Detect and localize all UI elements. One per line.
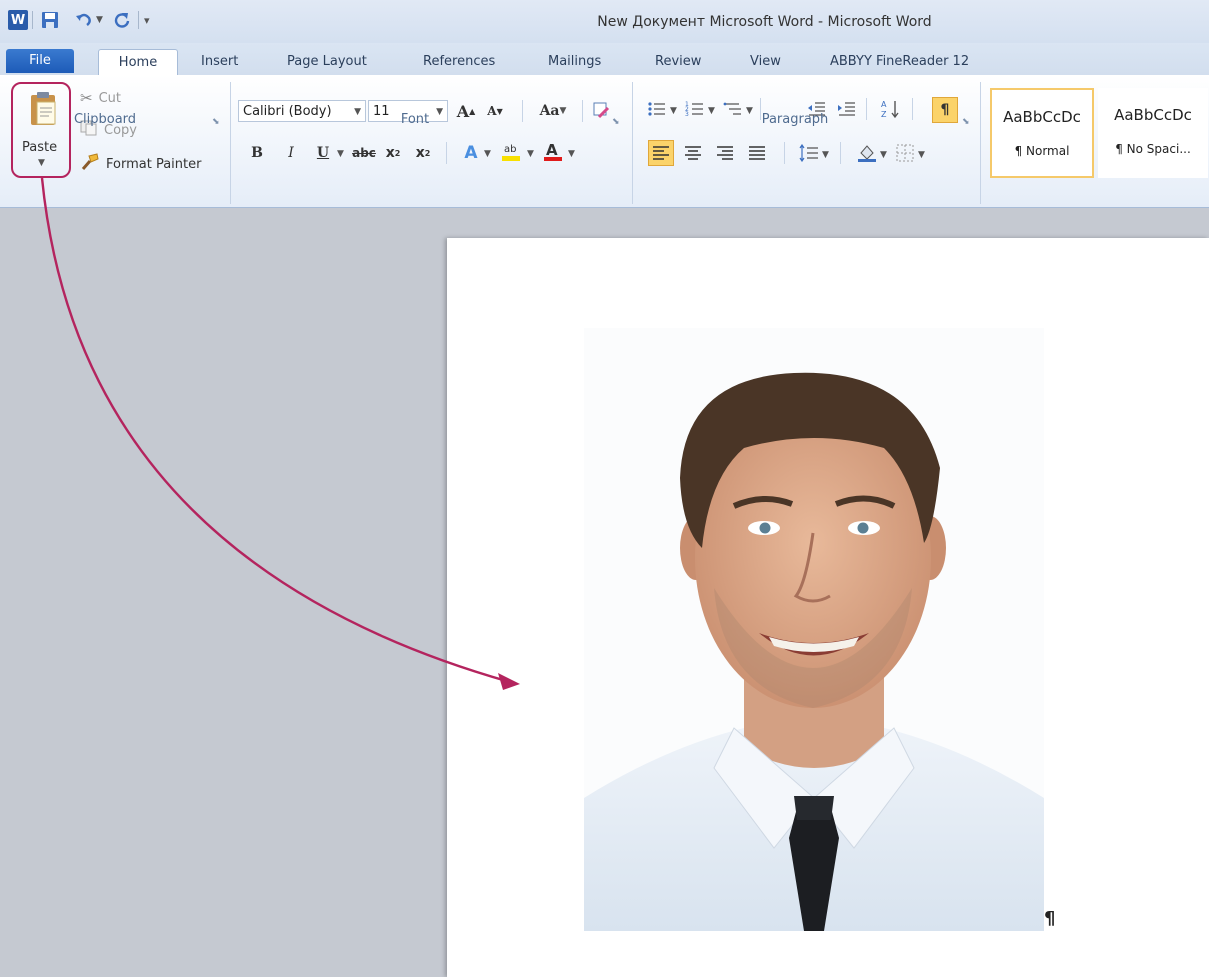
cut-button[interactable]: ✂ Cut: [80, 88, 121, 108]
divider: [446, 142, 447, 164]
paste-button[interactable]: Paste ▼: [11, 82, 71, 178]
paragraph-group-label: Paragraph: [761, 112, 829, 127]
numbering-dropdown-icon[interactable]: ▼: [708, 106, 715, 116]
superscript-icon[interactable]: x2: [412, 142, 434, 164]
style-name: ¶ No Spaci...: [1115, 142, 1191, 156]
clear-formatting-icon[interactable]: [590, 100, 612, 122]
divider: [522, 100, 523, 122]
font-group-label: Font: [400, 112, 430, 127]
style-normal[interactable]: AaBbCcDc ¶ Normal: [990, 88, 1094, 178]
shading-dropdown-icon[interactable]: ▼: [880, 150, 887, 160]
pasted-photo[interactable]: [584, 328, 1044, 931]
bullets-icon[interactable]: [646, 98, 668, 120]
highlight-icon[interactable]: ab: [500, 140, 522, 162]
borders-dropdown-icon[interactable]: ▼: [918, 150, 925, 160]
divider: [912, 98, 913, 120]
numbering-icon[interactable]: 123: [684, 98, 706, 120]
highlight-dropdown-icon[interactable]: ▼: [527, 149, 534, 159]
change-case-icon[interactable]: Aa ▼: [536, 100, 570, 122]
italic-icon[interactable]: I: [280, 142, 302, 164]
tab-page-layout[interactable]: Page Layout: [279, 49, 375, 75]
style-name: ¶ Normal: [1014, 144, 1070, 158]
scissors-icon: ✂: [80, 89, 93, 107]
window-title: New Документ Microsoft Word - Microsoft …: [597, 14, 932, 30]
format-painter-button[interactable]: Format Painter: [80, 153, 202, 175]
format-painter-label: Format Painter: [106, 156, 202, 172]
divider: [784, 142, 785, 164]
svg-text:A: A: [546, 141, 558, 159]
style-sample: AaBbCcDc: [1003, 108, 1081, 126]
underline-icon[interactable]: U: [312, 142, 334, 164]
borders-icon[interactable]: [894, 142, 916, 164]
sort-icon[interactable]: AZ: [880, 98, 902, 120]
paste-dropdown-icon: ▼: [38, 158, 45, 168]
underline-dropdown-icon[interactable]: ▼: [337, 149, 344, 159]
paste-label: Paste: [22, 140, 58, 155]
strikethrough-icon[interactable]: abc: [350, 142, 378, 164]
bullets-dropdown-icon[interactable]: ▼: [670, 106, 677, 116]
tab-abbyy[interactable]: ABBYY FineReader 12: [822, 49, 977, 75]
paragraph-mark: ¶: [1044, 908, 1056, 929]
justify-icon[interactable]: [746, 142, 768, 164]
svg-text:ab: ab: [504, 144, 516, 155]
bold-icon[interactable]: B: [246, 142, 268, 164]
align-right-icon[interactable]: [714, 142, 736, 164]
divider: [230, 82, 231, 204]
cut-label: Cut: [98, 90, 121, 106]
text-effects-icon[interactable]: A: [460, 142, 482, 164]
divider: [582, 100, 583, 122]
svg-text:3: 3: [685, 111, 689, 118]
align-left-icon[interactable]: [648, 140, 674, 166]
clipboard-group-label: Clipboard: [73, 112, 137, 127]
tab-review[interactable]: Review: [647, 49, 709, 75]
line-spacing-icon[interactable]: [798, 142, 820, 164]
shading-icon[interactable]: [856, 142, 878, 164]
subscript-icon[interactable]: x2: [382, 142, 404, 164]
show-hide-marks-icon[interactable]: ¶: [932, 97, 958, 123]
line-spacing-dropdown-icon[interactable]: ▼: [822, 150, 829, 160]
svg-text:Z: Z: [881, 110, 887, 119]
tab-mailings[interactable]: Mailings: [540, 49, 609, 75]
tab-references[interactable]: References: [415, 49, 503, 75]
align-center-icon[interactable]: [682, 142, 704, 164]
divider: [840, 142, 841, 164]
style-no-spacing[interactable]: AaBbCcDc ¶ No Spaci...: [1098, 88, 1208, 178]
title-bar: W ▼ ▾ New Документ Microsoft Word - Micr…: [0, 0, 1209, 43]
ribbon-tabs: File Home Insert Page Layout References …: [0, 43, 1209, 76]
divider: [980, 82, 981, 204]
brush-icon: [80, 153, 100, 175]
font-family-value: Calibri (Body): [243, 104, 332, 119]
tab-insert[interactable]: Insert: [193, 49, 246, 75]
tab-view[interactable]: View: [742, 49, 789, 75]
svg-text:A: A: [881, 100, 887, 109]
font-color-dropdown-icon[interactable]: ▼: [568, 149, 575, 159]
dialog-launcher-icon[interactable]: ⬊: [962, 117, 972, 127]
style-sample: AaBbCcDc: [1114, 106, 1192, 124]
divider: [632, 82, 633, 204]
dialog-launcher-icon[interactable]: ⬊: [612, 117, 622, 127]
tab-file[interactable]: File: [6, 49, 74, 73]
font-color-icon[interactable]: A: [542, 140, 564, 162]
tab-home[interactable]: Home: [98, 49, 178, 76]
dialog-launcher-icon[interactable]: ⬊: [212, 117, 222, 127]
text-effects-dropdown-icon[interactable]: ▼: [484, 149, 491, 159]
